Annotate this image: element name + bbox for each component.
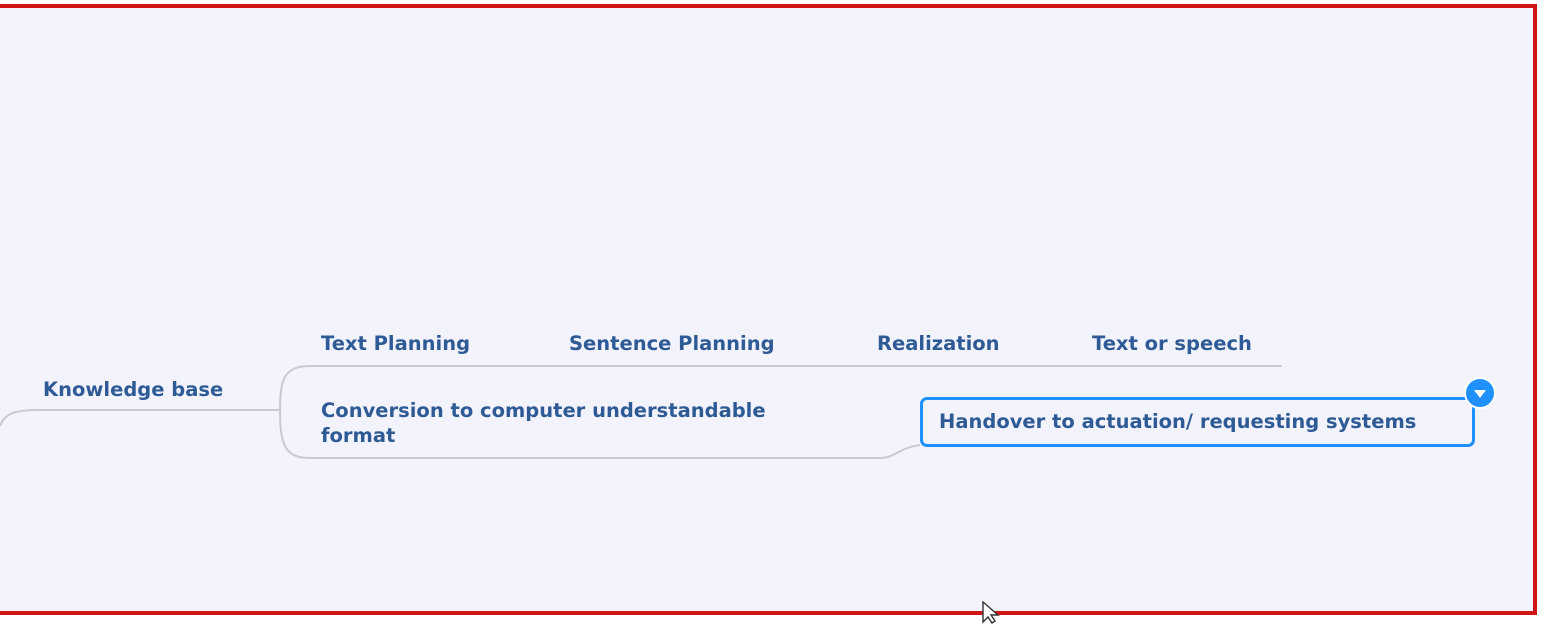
mind-map-canvas: Knowledge base Text Planning Sentence Pl… — [0, 0, 1552, 624]
node-text-planning[interactable]: Text Planning — [321, 332, 470, 356]
node-knowledge-base[interactable]: Knowledge base — [43, 378, 223, 402]
node-sentence-planning[interactable]: Sentence Planning — [569, 332, 775, 356]
node-handover-selected[interactable]: Handover to actuation/ requesting system… — [920, 397, 1475, 447]
node-realization[interactable]: Realization — [877, 332, 1000, 356]
mouse-cursor-icon — [982, 600, 1006, 629]
collapse-toggle-icon[interactable] — [1464, 377, 1496, 409]
connector-lines — [0, 365, 1282, 459]
node-conversion[interactable]: Conversion to computer understandable fo… — [321, 398, 841, 448]
node-text-or-speech[interactable]: Text or speech — [1092, 332, 1252, 356]
connector-root-to-knowledge-base — [0, 409, 280, 427]
